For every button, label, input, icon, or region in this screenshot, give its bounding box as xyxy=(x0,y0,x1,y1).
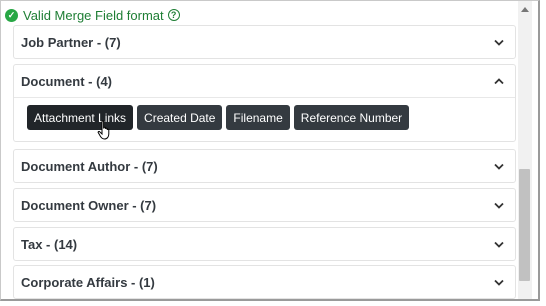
chevron-down-icon xyxy=(492,275,506,289)
check-circle-icon: ✓ xyxy=(5,8,18,22)
tag-created-date[interactable]: Created Date xyxy=(137,105,223,130)
section-title: Document - (4) xyxy=(21,73,112,89)
section-document-author: Document Author - (7) xyxy=(13,149,516,183)
section-header-job-partner[interactable]: Job Partner - (7) xyxy=(14,26,515,58)
section-document-owner: Document Owner - (7) xyxy=(13,188,516,222)
merge-field-panel: ✓ Valid Merge Field format ? Job Partner… xyxy=(0,0,540,301)
section-body-document: Attachment Links Created Date Filename R… xyxy=(14,97,515,141)
chevron-up-icon xyxy=(492,74,506,88)
section-title: Corporate Affairs - (1) xyxy=(21,274,155,290)
section-header-corporate-affairs[interactable]: Corporate Affairs - (1) xyxy=(14,266,515,298)
section-header-tax[interactable]: Tax - (14) xyxy=(14,228,515,260)
section-title: Document Author - (7) xyxy=(21,158,158,174)
scrollbar-thumb[interactable] xyxy=(519,169,530,281)
scroll-up-icon[interactable] xyxy=(518,3,532,15)
section-job-partner: Job Partner - (7) xyxy=(13,25,516,59)
section-title: Document Owner - (7) xyxy=(21,197,157,213)
section-header-document[interactable]: Document - (4) xyxy=(14,65,515,97)
tag-attachment-links[interactable]: Attachment Links xyxy=(27,105,134,130)
section-header-document-author[interactable]: Document Author - (7) xyxy=(14,150,515,182)
validation-status: ✓ Valid Merge Field format ? xyxy=(5,7,180,23)
chevron-down-icon xyxy=(492,35,506,49)
section-title: Job Partner - (7) xyxy=(21,34,121,50)
chevron-down-icon xyxy=(492,159,506,173)
section-tax: Tax - (14) xyxy=(13,227,516,261)
section-title: Tax - (14) xyxy=(21,236,78,252)
tag-filename[interactable]: Filename xyxy=(226,105,290,130)
hand-cursor-icon xyxy=(97,120,110,140)
tag-reference-number[interactable]: Reference Number xyxy=(293,105,410,130)
chevron-down-icon xyxy=(492,237,506,251)
chevron-down-icon xyxy=(492,198,506,212)
validation-status-text: Valid Merge Field format xyxy=(23,7,164,23)
section-document: Document - (4) Attachment Links Created … xyxy=(13,64,516,142)
section-header-document-owner[interactable]: Document Owner - (7) xyxy=(14,189,515,221)
section-corporate-affairs: Corporate Affairs - (1) xyxy=(13,265,516,299)
question-circle-icon[interactable]: ? xyxy=(167,9,180,21)
